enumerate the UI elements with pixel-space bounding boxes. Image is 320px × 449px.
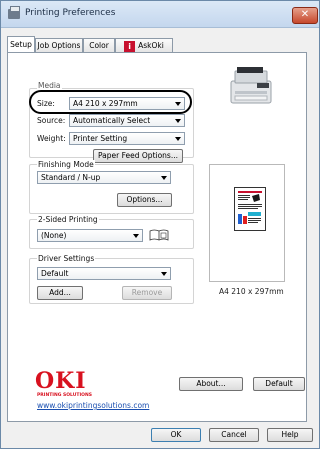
tab-setup-label: Setup: [10, 40, 32, 49]
page-preview: [209, 164, 285, 282]
source-select[interactable]: Automatically Select: [69, 114, 185, 127]
about-button[interactable]: About...: [179, 377, 243, 391]
tab-job-options-label: Job Options: [37, 41, 81, 50]
window-title: Printing Preferences: [25, 8, 116, 18]
driver-settings-value: Default: [41, 269, 69, 278]
weight-select[interactable]: Printer Setting: [69, 132, 185, 145]
tab-askoki-label: AskOki: [138, 41, 164, 50]
add-button[interactable]: Add...: [37, 286, 83, 300]
duplex-book-icon: [149, 229, 169, 241]
duplex-select[interactable]: (None): [37, 229, 143, 242]
printing-preferences-window: Printing Preferences ✕ Setup Job Options…: [0, 0, 320, 449]
remove-button[interactable]: Remove: [122, 286, 172, 300]
oki-tagline: PRINTING SOLUTIONS: [37, 393, 92, 398]
chevron-down-icon: [161, 272, 167, 276]
media-group-label: Media: [37, 81, 62, 90]
finishing-options-button[interactable]: Options...: [117, 193, 172, 207]
website-link[interactable]: www.okiprintingsolutions.com: [37, 401, 149, 410]
weight-label: Weight:: [37, 134, 66, 143]
tab-bar: Setup Job Options Color i AskOki: [7, 36, 307, 52]
source-label: Source:: [37, 116, 66, 125]
default-button[interactable]: Default: [253, 377, 305, 391]
source-value: Automatically Select: [73, 116, 151, 125]
close-button[interactable]: ✕: [292, 7, 318, 24]
duplex-label: 2-Sided Printing: [37, 215, 99, 224]
chevron-down-icon: [161, 176, 167, 180]
size-highlight-ellipse: [29, 90, 192, 114]
driver-settings-label: Driver Settings: [37, 254, 96, 263]
info-icon: i: [124, 40, 136, 52]
title-bar[interactable]: Printing Preferences ✕: [1, 1, 319, 28]
weight-value: Printer Setting: [73, 134, 128, 143]
tab-askoki[interactable]: i AskOki: [115, 38, 173, 52]
finishing-select[interactable]: Standard / N-up: [37, 171, 171, 184]
tab-color[interactable]: Color: [83, 38, 115, 52]
printer-icon: [8, 6, 20, 19]
printer-image: [230, 67, 272, 104]
page-thumbnail: [234, 187, 266, 231]
cancel-button[interactable]: Cancel: [209, 428, 259, 442]
chevron-down-icon: [175, 119, 181, 123]
driver-settings-select[interactable]: Default: [37, 267, 171, 280]
ok-button[interactable]: OK: [151, 428, 201, 442]
chevron-down-icon: [175, 137, 181, 141]
tab-setup[interactable]: Setup: [7, 36, 35, 52]
chevron-down-icon: [133, 234, 139, 238]
duplex-value: (None): [41, 231, 67, 240]
page-thumbnail-graphic: [238, 191, 262, 224]
tab-color-label: Color: [89, 41, 109, 50]
help-button[interactable]: Help: [267, 428, 313, 442]
paper-feed-options-button[interactable]: Paper Feed Options...: [93, 149, 183, 163]
oki-logo: OKI: [35, 368, 87, 394]
tab-job-options[interactable]: Job Options: [35, 38, 83, 52]
preview-caption: A4 210 x 297mm: [219, 287, 284, 296]
finishing-value: Standard / N-up: [41, 173, 101, 182]
finishing-label: Finishing Mode: [37, 160, 95, 169]
